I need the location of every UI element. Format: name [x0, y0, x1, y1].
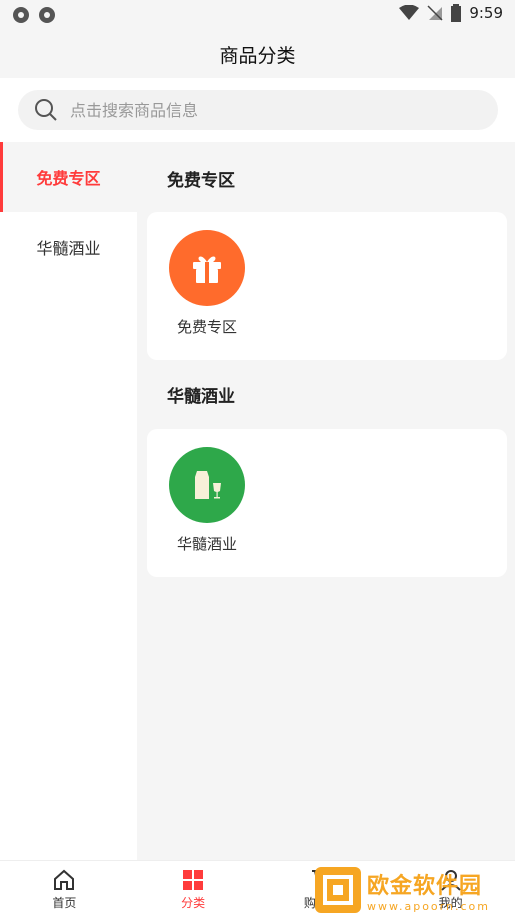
wifi-icon — [399, 5, 420, 20]
watermark-text: 欧金软件园 www.apoorn.com — [367, 868, 490, 913]
tab-category[interactable]: 分类 — [129, 861, 258, 917]
sidebar-item-huasui-liquor[interactable]: 华髓酒业 — [0, 212, 137, 282]
watermark-title: 欧金软件园 — [367, 873, 483, 899]
page-header: 商品分类 — [0, 30, 515, 78]
category-card: 华髓酒业 — [147, 429, 507, 577]
section-title: 华髓酒业 — [167, 387, 235, 407]
notification-icon — [39, 7, 55, 23]
sidebar-item-free-zone[interactable]: 免费专区 — [0, 142, 137, 212]
gift-icon — [169, 230, 245, 306]
watermark-url: www.apoorn.com — [367, 899, 490, 913]
battery-icon — [451, 4, 462, 22]
category-item-label: 免费专区 — [176, 318, 237, 336]
tab-label: 首页 — [52, 895, 77, 910]
home-icon — [54, 869, 75, 890]
watermark-logo-icon — [315, 867, 361, 913]
search-input[interactable] — [70, 100, 450, 120]
status-bar: 9:59 — [0, 0, 515, 30]
notification-icon — [13, 7, 29, 23]
status-left — [12, 6, 56, 24]
category-sidebar: 免费专区 华髓酒业 — [0, 142, 137, 860]
tab-label: 分类 — [181, 895, 206, 910]
category-item-label: 华髓酒业 — [176, 535, 237, 553]
category-item-huasui-liquor[interactable]: 华髓酒业 — [167, 447, 247, 554]
category-card: 免费专区 — [147, 212, 507, 360]
wine-icon — [169, 447, 245, 523]
category-item-free-zone[interactable]: 免费专区 — [167, 230, 247, 337]
watermark: 欧金软件园 www.apoorn.com — [315, 865, 510, 915]
search-bar[interactable] — [18, 90, 498, 130]
status-right: 9:59 — [399, 4, 503, 22]
page-title: 商品分类 — [219, 44, 296, 67]
sidebar-item-label: 华髓酒业 — [36, 239, 101, 258]
category-icon — [183, 869, 204, 890]
search-icon — [35, 99, 57, 121]
category-content: 免费专区 免费专区 华髓酒业 华髓酒业 — [137, 142, 515, 860]
search-area — [0, 78, 515, 142]
section-title: 免费专区 — [167, 171, 235, 191]
no-signal-icon — [427, 5, 443, 21]
status-time: 9:59 — [469, 4, 503, 22]
sidebar-item-label: 免费专区 — [36, 169, 101, 188]
tab-home[interactable]: 首页 — [0, 861, 129, 917]
